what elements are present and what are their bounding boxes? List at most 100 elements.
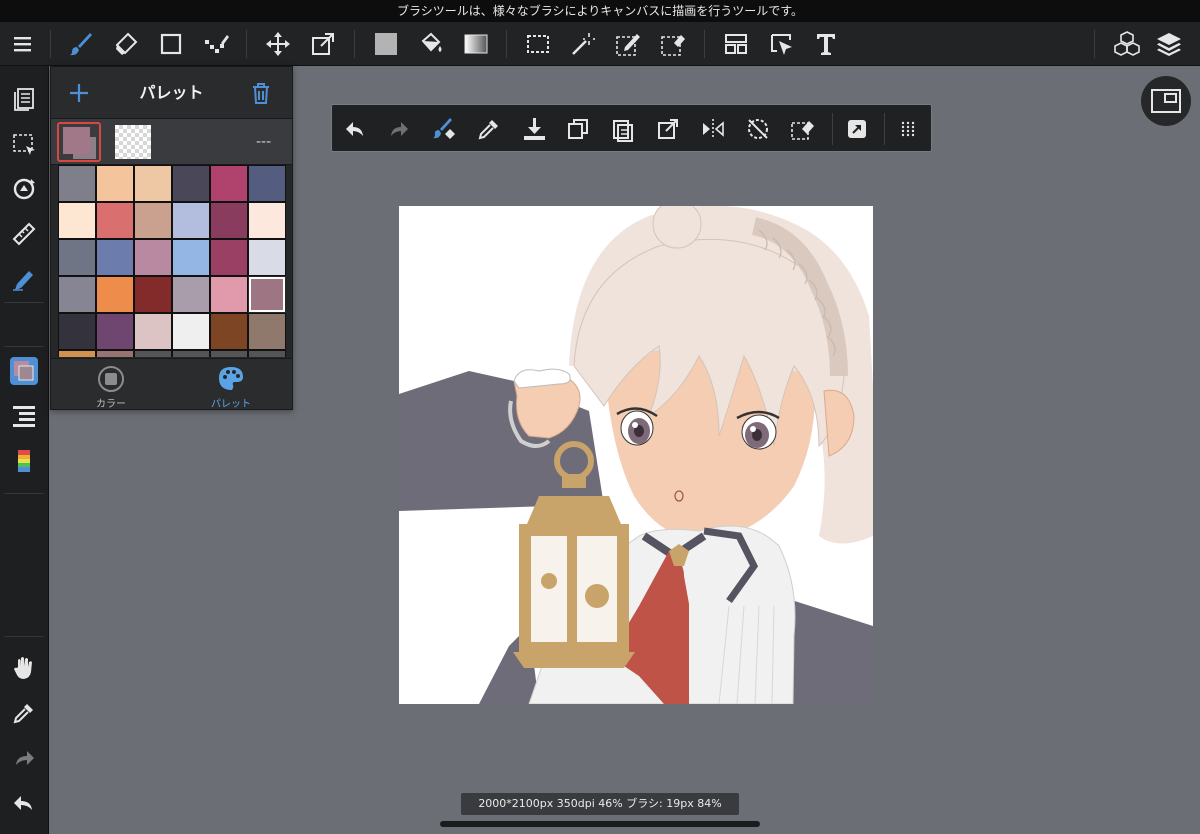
operation-tool-icon[interactable] [765, 28, 797, 60]
drag-handle-icon[interactable] [892, 113, 924, 145]
add-icon[interactable] [65, 79, 93, 107]
palette-color-cell[interactable] [172, 202, 210, 239]
magic-wand-icon[interactable] [567, 28, 599, 60]
tab-color[interactable]: カラー [51, 359, 171, 410]
palette-color-cell[interactable] [134, 165, 172, 202]
palette-color-cell[interactable] [248, 350, 286, 357]
palette-color-cell[interactable] [58, 313, 96, 350]
pages-icon[interactable] [8, 83, 40, 115]
gradient-tool-icon[interactable] [460, 28, 492, 60]
flip-horizontal-icon[interactable] [697, 113, 729, 145]
drawing-canvas[interactable] [399, 206, 873, 704]
palette-color-cell[interactable] [58, 165, 96, 202]
rotate-canvas-icon[interactable] [8, 173, 40, 205]
external-link-icon[interactable] [841, 113, 873, 145]
palette-color-cell[interactable] [248, 313, 286, 350]
palette-color-cell[interactable] [210, 313, 248, 350]
palette-color-cell[interactable] [134, 239, 172, 276]
transform-icon[interactable] [652, 113, 684, 145]
tab-color-label: カラー [96, 399, 126, 410]
color-swatch-icon[interactable] [8, 355, 40, 387]
shape-tool-icon[interactable] [155, 28, 187, 60]
selection-pen-icon[interactable] [612, 28, 644, 60]
eyedropper-icon[interactable] [473, 113, 505, 145]
tool-hint-message: ブラシツールは、様々なブラシによりキャンバスに描画を行うツールです。 [0, 0, 1200, 22]
move-tool-icon[interactable] [262, 28, 294, 60]
fill-color-icon[interactable] [370, 28, 402, 60]
palette-color-cell[interactable] [58, 239, 96, 276]
brush-tool-icon[interactable] [65, 28, 97, 60]
current-color-row: --- [51, 119, 292, 165]
palette-color-cell[interactable] [96, 202, 134, 239]
copy-icon[interactable] [562, 113, 594, 145]
palette-color-cell[interactable] [96, 165, 134, 202]
palette-grid [58, 165, 286, 357]
layer-list-icon[interactable] [8, 400, 40, 432]
redo-icon[interactable] [8, 742, 40, 774]
palette-color-cell[interactable] [210, 165, 248, 202]
palette-color-cell[interactable] [134, 202, 172, 239]
palette-color-cell[interactable] [134, 313, 172, 350]
palette-color-cell[interactable] [248, 239, 286, 276]
redo-icon[interactable] [383, 113, 415, 145]
select-tool-icon[interactable] [522, 28, 554, 60]
palette-color-cell[interactable] [210, 239, 248, 276]
palette-color-cell[interactable] [58, 202, 96, 239]
palette-color-cell[interactable] [210, 202, 248, 239]
palette-color-cell[interactable] [96, 350, 134, 357]
materials-icon[interactable] [1111, 28, 1143, 60]
transparent-color-swatch[interactable] [115, 125, 151, 159]
palette-color-cell[interactable] [172, 239, 210, 276]
transform-tool-icon[interactable] [307, 28, 339, 60]
palette-color-cell[interactable] [172, 276, 210, 313]
home-indicator [440, 821, 760, 827]
eraser-tool-icon[interactable] [110, 28, 142, 60]
menu-icon[interactable] [7, 28, 39, 60]
palette-color-cell[interactable] [210, 350, 248, 357]
deselect-icon[interactable] [742, 113, 774, 145]
brush-size-icon[interactable] [8, 445, 40, 477]
frame-divider-icon[interactable] [720, 28, 752, 60]
undo-icon[interactable] [339, 113, 371, 145]
dot-brush-tool-icon[interactable] [200, 28, 232, 60]
palette-color-cell[interactable] [134, 350, 172, 357]
current-color-swatch[interactable] [57, 122, 101, 162]
main-toolbar [0, 22, 1200, 66]
paste-icon[interactable] [607, 113, 639, 145]
snap-pen-icon[interactable] [8, 263, 40, 295]
palette-color-cell[interactable] [172, 165, 210, 202]
text-tool-icon[interactable] [810, 28, 842, 60]
tab-palette[interactable]: パレット [171, 359, 291, 410]
palette-panel: パレット --- カラー パレット [50, 66, 293, 410]
palette-color-cell[interactable] [172, 350, 210, 357]
hand-tool-icon[interactable] [8, 652, 40, 684]
selection-eraser-icon[interactable] [657, 28, 689, 60]
bucket-tool-icon[interactable] [415, 28, 447, 60]
palette-icon [219, 367, 243, 390]
palette-name-placeholder: --- [256, 134, 272, 150]
eyedropper-icon[interactable] [8, 697, 40, 729]
palette-tabs: カラー パレット [51, 358, 292, 410]
navigator-toggle-button[interactable] [1141, 76, 1191, 126]
layers-icon[interactable] [1153, 28, 1185, 60]
undo-icon[interactable] [8, 787, 40, 819]
palette-color-cell[interactable] [134, 276, 172, 313]
palette-color-cell[interactable] [58, 276, 96, 313]
trash-icon[interactable] [247, 79, 275, 107]
ruler-icon[interactable] [8, 218, 40, 250]
clear-layer-icon[interactable] [428, 113, 460, 145]
palette-color-cell[interactable] [96, 239, 134, 276]
color-circle-icon [98, 366, 124, 392]
palette-color-cell[interactable] [249, 277, 285, 312]
palette-color-cell[interactable] [172, 313, 210, 350]
palette-color-cell[interactable] [96, 276, 134, 313]
palette-color-cell[interactable] [96, 313, 134, 350]
palette-color-cell[interactable] [248, 202, 286, 239]
palette-color-cell[interactable] [248, 165, 286, 202]
palette-color-cell[interactable] [210, 276, 248, 313]
edit-toolbar [331, 104, 932, 152]
clear-selection-icon[interactable] [787, 113, 819, 145]
palette-color-cell[interactable] [58, 350, 96, 357]
import-icon[interactable] [518, 113, 550, 145]
selection-menu-icon[interactable] [8, 128, 40, 160]
